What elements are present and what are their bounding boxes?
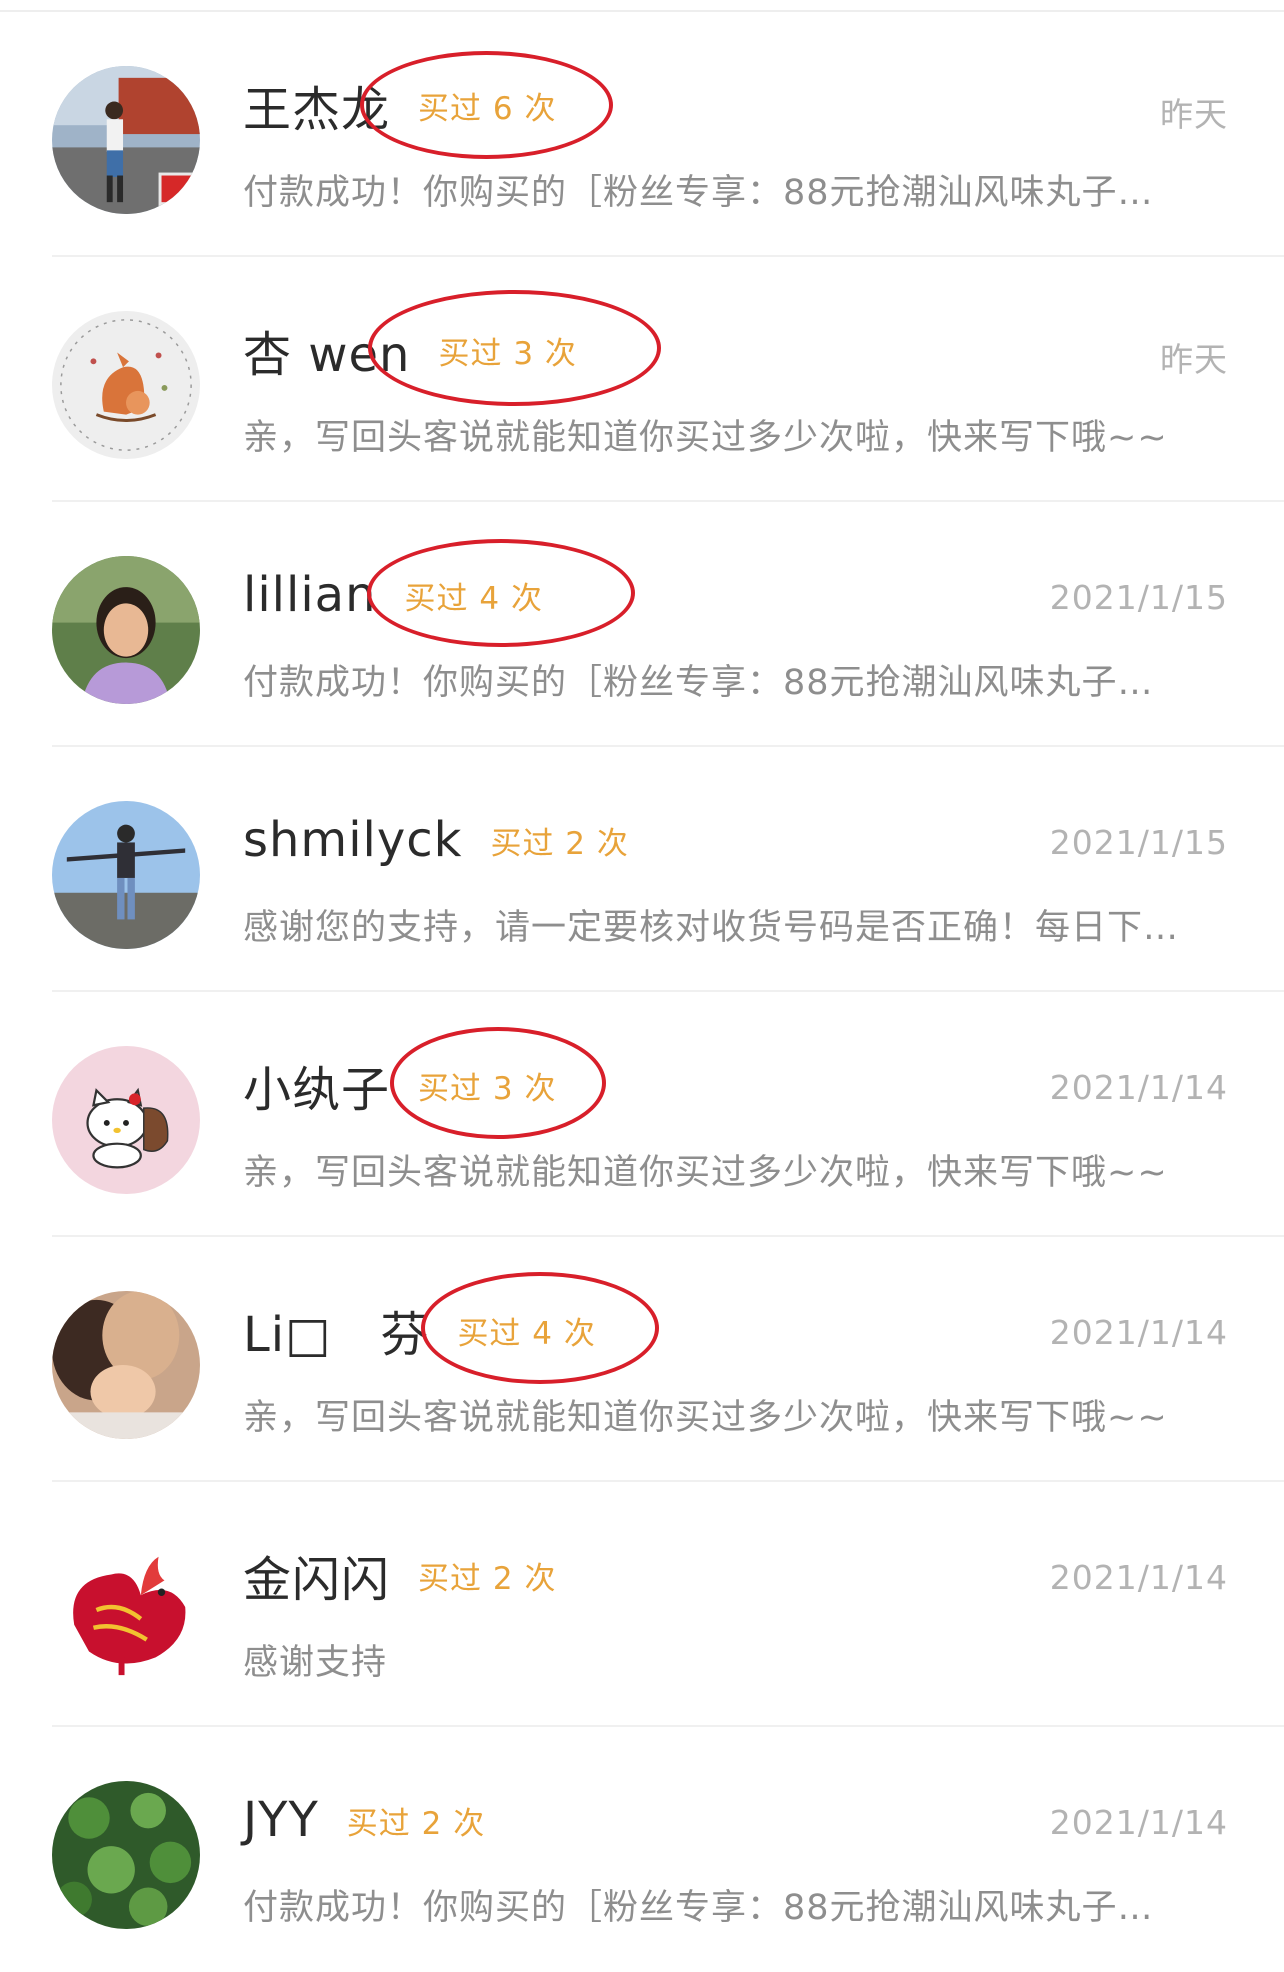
badge-label: 买过 2 次	[418, 1560, 557, 1597]
purchase-count-badge: 买过 4 次	[366, 538, 635, 647]
contact-name: shmilyck	[243, 812, 463, 868]
conversation-row[interactable]: Li□ 芬 买过 4 次 2021/1/14 亲，写回头客说就能知道你买过多少次…	[0, 1237, 1284, 1482]
message-preview: 付款成功！你购买的［粉丝专享：88元抢潮汕风味丸子…	[243, 173, 1154, 213]
conversation-row[interactable]: shmilyck 买过 2 次 2021/1/15 感谢您的支持，请一定要核对收…	[0, 747, 1284, 992]
contact-name: 金闪闪	[243, 1552, 391, 1608]
avatar	[52, 1536, 200, 1684]
message-preview: 亲，写回头客说就能知道你买过多少次啦，快来写下哦~~	[243, 418, 1168, 458]
timestamp: 昨天	[1160, 340, 1228, 379]
badge-label: 买过 4 次	[457, 1315, 596, 1352]
badge-label: 买过 6 次	[418, 90, 557, 127]
timestamp: 昨天	[1160, 95, 1228, 134]
contact-name: JYY	[243, 1792, 319, 1848]
contact-name: 杏 wen	[243, 327, 411, 383]
conversation-row[interactable]: 王杰龙 买过 6 次 昨天 付款成功！你购买的［粉丝专享：88元抢潮汕风味丸子…	[0, 12, 1284, 257]
badge-label: 买过 3 次	[438, 335, 577, 372]
purchase-count-badge: 买过 3 次	[368, 289, 662, 406]
avatar	[52, 66, 200, 214]
purchase-count-badge: 买过 6 次	[360, 50, 614, 159]
message-preview: 感谢支持	[243, 1643, 388, 1683]
conversation-list: 王杰龙 买过 6 次 昨天 付款成功！你购买的［粉丝专享：88元抢潮汕风味丸子…	[0, 12, 1284, 1972]
timestamp: 2021/1/14	[1049, 1803, 1228, 1842]
timestamp: 2021/1/14	[1049, 1068, 1228, 1107]
badge-label: 买过 2 次	[490, 825, 629, 862]
avatar	[52, 556, 200, 704]
badge-label: 买过 3 次	[418, 1070, 557, 1107]
conversation-row[interactable]: 小纨子 买过 3 次 2021/1/14 亲，写回头客说就能知道你买过多少次啦，…	[0, 992, 1284, 1237]
badge-label: 买过 4 次	[404, 580, 543, 617]
contact-name: 小纨子	[243, 1062, 391, 1118]
contact-name: 王杰龙	[243, 82, 391, 138]
purchase-count-badge: 买过 2 次	[347, 1798, 485, 1843]
avatar	[52, 1781, 200, 1929]
purchase-count-badge: 买过 3 次	[390, 1026, 607, 1139]
purchase-count-badge: 买过 4 次	[421, 1271, 660, 1384]
message-preview: 感谢您的支持，请一定要核对收货号码是否正确！每日下…	[243, 908, 1180, 948]
message-preview: 亲，写回头客说就能知道你买过多少次啦，快来写下哦~~	[243, 1398, 1168, 1438]
purchase-count-badge: 买过 2 次	[418, 1553, 556, 1598]
conversation-row[interactable]: lillian 买过 4 次 2021/1/15 付款成功！你购买的［粉丝专享：…	[0, 502, 1284, 747]
message-preview: 付款成功！你购买的［粉丝专享：88元抢潮汕风味丸子…	[243, 663, 1154, 703]
timestamp: 2021/1/14	[1049, 1313, 1228, 1352]
message-preview: 亲，写回头客说就能知道你买过多少次啦，快来写下哦~~	[243, 1153, 1168, 1193]
avatar	[52, 311, 200, 459]
avatar	[52, 1291, 200, 1439]
badge-label: 买过 2 次	[346, 1805, 486, 1842]
contact-name: Li□ 芬	[243, 1307, 430, 1363]
contact-name: lillian	[243, 567, 377, 623]
conversation-row[interactable]: 杏 wen 买过 3 次 昨天 亲，写回头客说就能知道你买过多少次啦，快来写下哦…	[0, 257, 1284, 502]
avatar	[52, 801, 200, 949]
message-preview: 付款成功！你购买的［粉丝专享：88元抢潮汕风味丸子…	[243, 1888, 1154, 1928]
timestamp: 2021/1/15	[1049, 578, 1228, 617]
conversation-row[interactable]: JYY 买过 2 次 2021/1/14 付款成功！你购买的［粉丝专享：88元抢…	[0, 1727, 1284, 1972]
purchase-count-badge: 买过 2 次	[490, 818, 628, 863]
timestamp: 2021/1/14	[1049, 1558, 1228, 1597]
conversation-row[interactable]: 金闪闪 买过 2 次 2021/1/14 感谢支持	[0, 1482, 1284, 1727]
timestamp: 2021/1/15	[1049, 823, 1228, 862]
avatar	[52, 1046, 200, 1194]
